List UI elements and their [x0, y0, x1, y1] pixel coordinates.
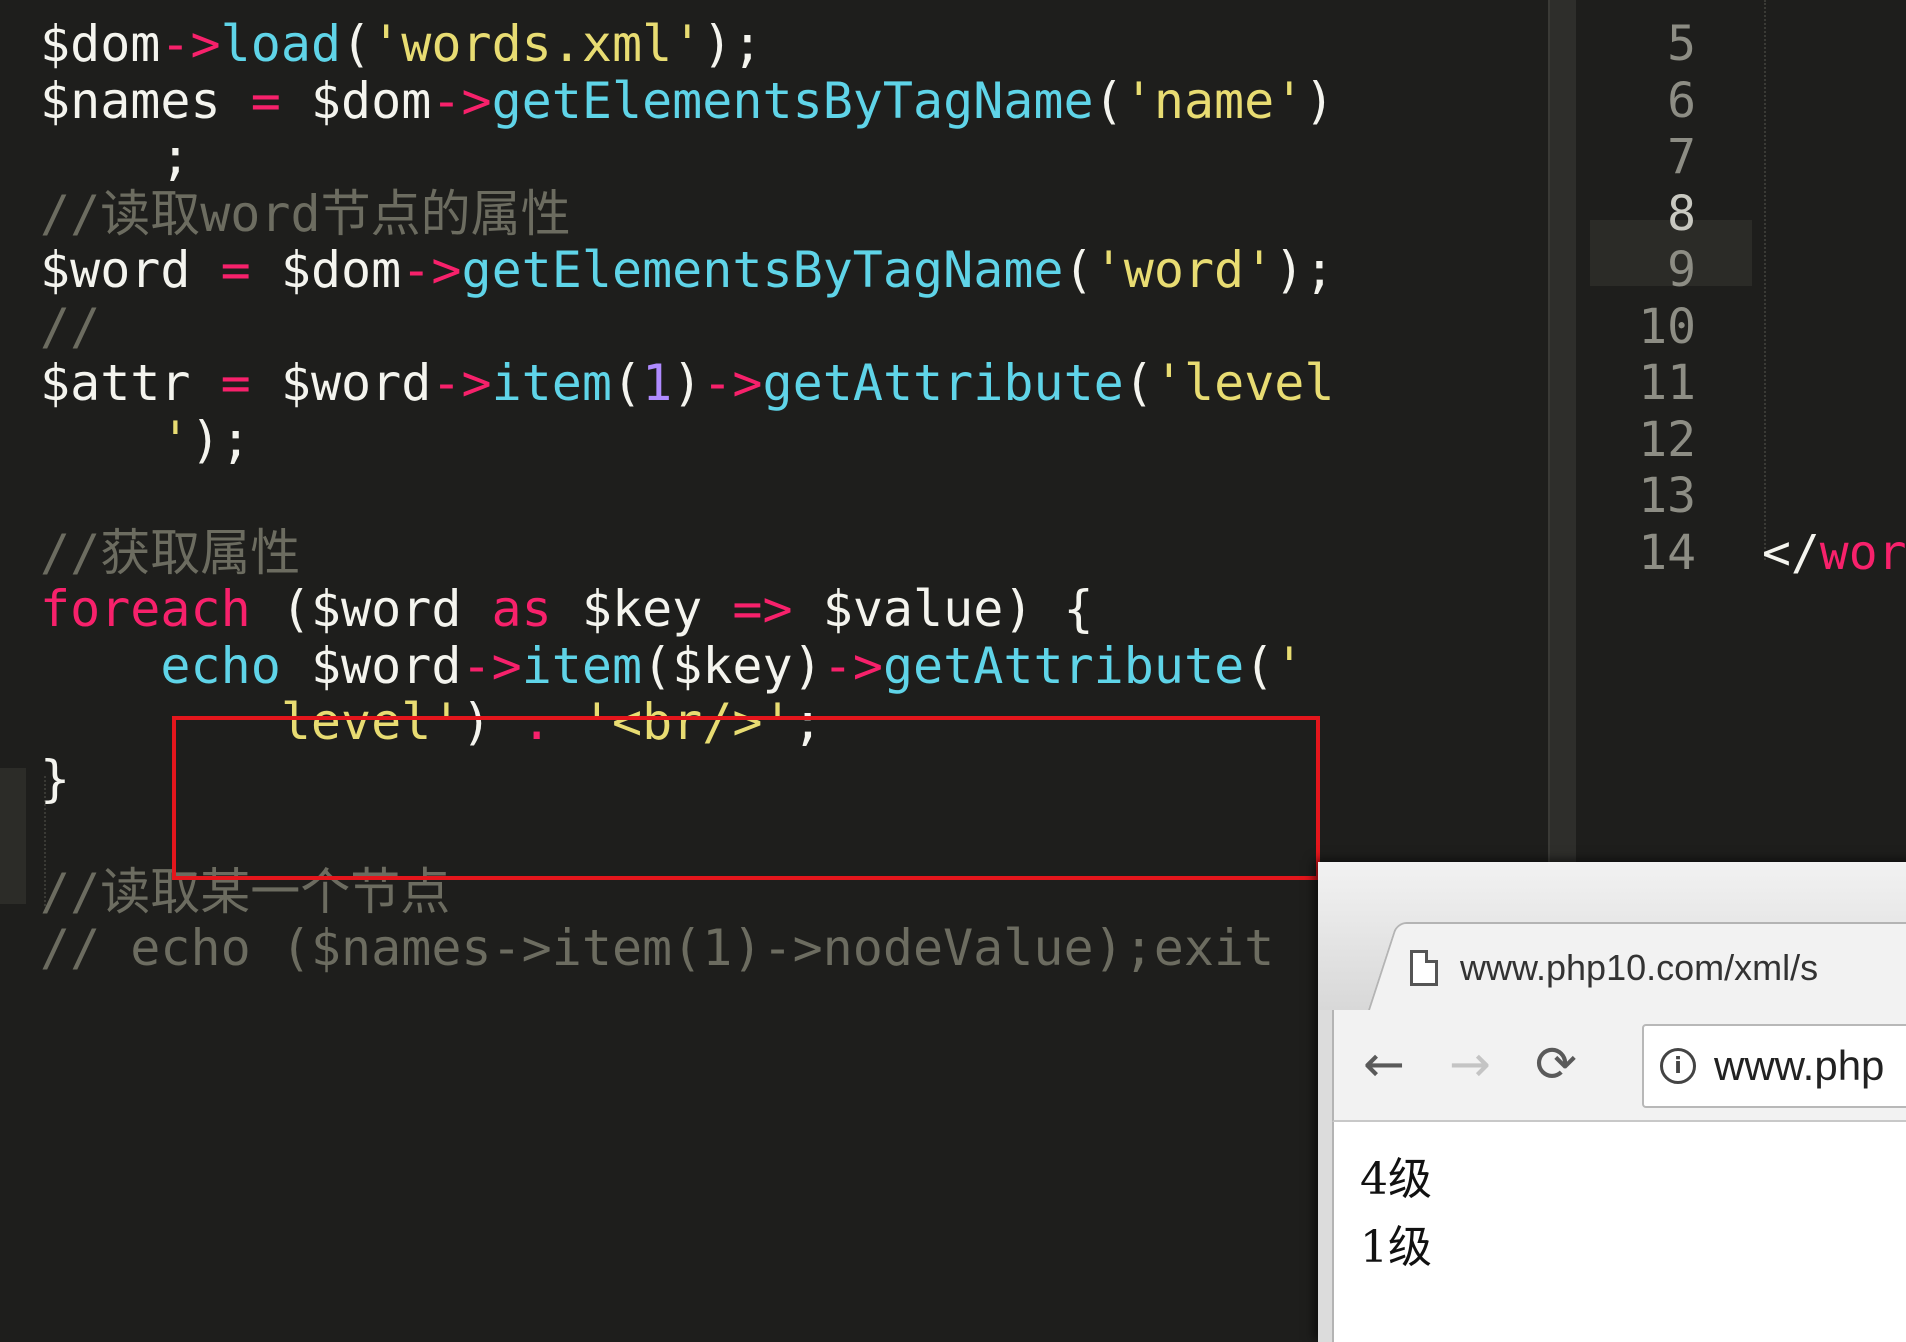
code-token: = — [250, 71, 281, 130]
code-token: $word — [280, 636, 462, 695]
code-token: $dom — [40, 15, 161, 73]
code-editor-right[interactable]: 567891011121314<<<</wor — [1576, 0, 1906, 862]
code-token: //读取word节点的属性 — [40, 184, 571, 243]
line-number: 14 — [1638, 524, 1696, 581]
code-token: } — [40, 749, 71, 808]
code-token: getElementsByTagName — [461, 241, 1064, 299]
forward-arrow-icon[interactable]: → — [1440, 1034, 1500, 1094]
code-token: ( — [1123, 354, 1154, 412]
code-token: ( — [1063, 241, 1094, 299]
code-line[interactable]: $word = $dom->getElementsByTagName('word… — [40, 236, 1334, 304]
info-icon[interactable]: i — [1660, 1048, 1696, 1084]
code-token: $value) { — [792, 580, 1094, 638]
code-token: // — [40, 297, 101, 356]
code-token: as — [491, 580, 552, 638]
code-token: load — [220, 15, 342, 73]
code-token: ) — [1304, 71, 1335, 130]
code-token: ) — [672, 354, 703, 412]
code-token: ( — [612, 354, 643, 412]
code-token: ' — [40, 410, 191, 469]
code-token: ); — [1274, 241, 1335, 299]
tab-content[interactable]: www.php10.com/xml/s — [1410, 932, 1818, 1004]
code-token: //获取属性 — [40, 523, 301, 582]
code-token: -> — [702, 354, 763, 412]
code-token: getElementsByTagName — [491, 71, 1094, 130]
code-line[interactable]: } — [40, 745, 70, 813]
code-editor-left[interactable]: $dom->load('words.xml'); $names = $dom->g… — [0, 0, 1548, 1328]
code-token: echo — [160, 636, 281, 695]
code-token: $word — [250, 354, 432, 412]
code-fragment: </wor — [1762, 519, 1906, 587]
code-token: getAttribute — [882, 636, 1245, 695]
code-token: foreach — [40, 580, 251, 638]
output-line: 1级 — [1360, 1222, 1432, 1273]
address-bar[interactable]: i www.php — [1642, 1024, 1906, 1108]
browser-toolbar: ← → ⟳ i www.php — [1332, 1010, 1906, 1122]
code-token: 'name' — [1123, 71, 1305, 130]
browser-page-content: 4级 1级 — [1332, 1122, 1906, 1342]
code-token: item — [521, 636, 643, 695]
tab-title: www.php10.com/xml/s — [1460, 947, 1819, 988]
reload-icon[interactable]: ⟳ — [1526, 1034, 1586, 1094]
code-token: -> — [822, 636, 883, 695]
page-icon — [1410, 950, 1438, 986]
code-token: ' — [1274, 636, 1305, 695]
code-token: ($word — [250, 580, 492, 638]
code-token: -> — [461, 636, 522, 695]
code-token: 'level — [1153, 354, 1335, 412]
code-token: = — [220, 241, 251, 299]
code-line[interactable]: // echo ($names->item(1)->nodeValue);exi… — [40, 914, 1274, 982]
code-token: $word — [40, 241, 221, 299]
gutter-change-marker — [0, 768, 26, 904]
code-token: $dom — [280, 71, 432, 130]
code-line[interactable]: '); — [40, 406, 251, 474]
code-token: 1 — [642, 354, 673, 412]
tag-bracket: </ — [1762, 524, 1820, 581]
code-token: ); — [702, 15, 763, 73]
code-token: getAttribute — [762, 354, 1124, 412]
back-arrow-icon[interactable]: ← — [1354, 1034, 1414, 1094]
code-token: -> — [160, 15, 221, 73]
code-token: $key — [551, 580, 733, 638]
code-token: = — [220, 354, 251, 412]
code-token: => — [732, 580, 793, 638]
code-token: -> — [431, 354, 492, 412]
code-token: -> — [431, 71, 492, 130]
highlight-annotation-box — [172, 716, 1320, 880]
code-token: item — [491, 354, 612, 412]
code-token: // echo ($names->item(1)->nodeValue);exi… — [40, 919, 1275, 977]
code-token: ); — [190, 410, 251, 469]
code-token: ; — [40, 128, 191, 186]
code-token: 'words.xml' — [371, 15, 703, 73]
tag-name: wor — [1819, 524, 1906, 581]
code-token: $names — [40, 71, 251, 130]
browser-window[interactable]: www.php10.com/xml/s ← → ⟳ i www.php 4级 1… — [1318, 862, 1906, 1342]
address-text: www.php — [1714, 1042, 1885, 1089]
code-token: ( — [1093, 71, 1124, 130]
code-token: 'word' — [1093, 241, 1275, 299]
indent-guide — [1764, 0, 1766, 560]
code-token: ( — [341, 15, 372, 73]
output-line: 4级 — [1360, 1154, 1432, 1205]
code-token: -> — [401, 241, 462, 299]
code-token: $dom — [250, 241, 402, 299]
code-line[interactable]: $names = $dom->getElementsByTagName('nam… — [40, 67, 1334, 135]
code-token: ($key) — [642, 636, 823, 695]
code-token: $attr — [40, 354, 221, 412]
code-token: ( — [1244, 636, 1275, 695]
